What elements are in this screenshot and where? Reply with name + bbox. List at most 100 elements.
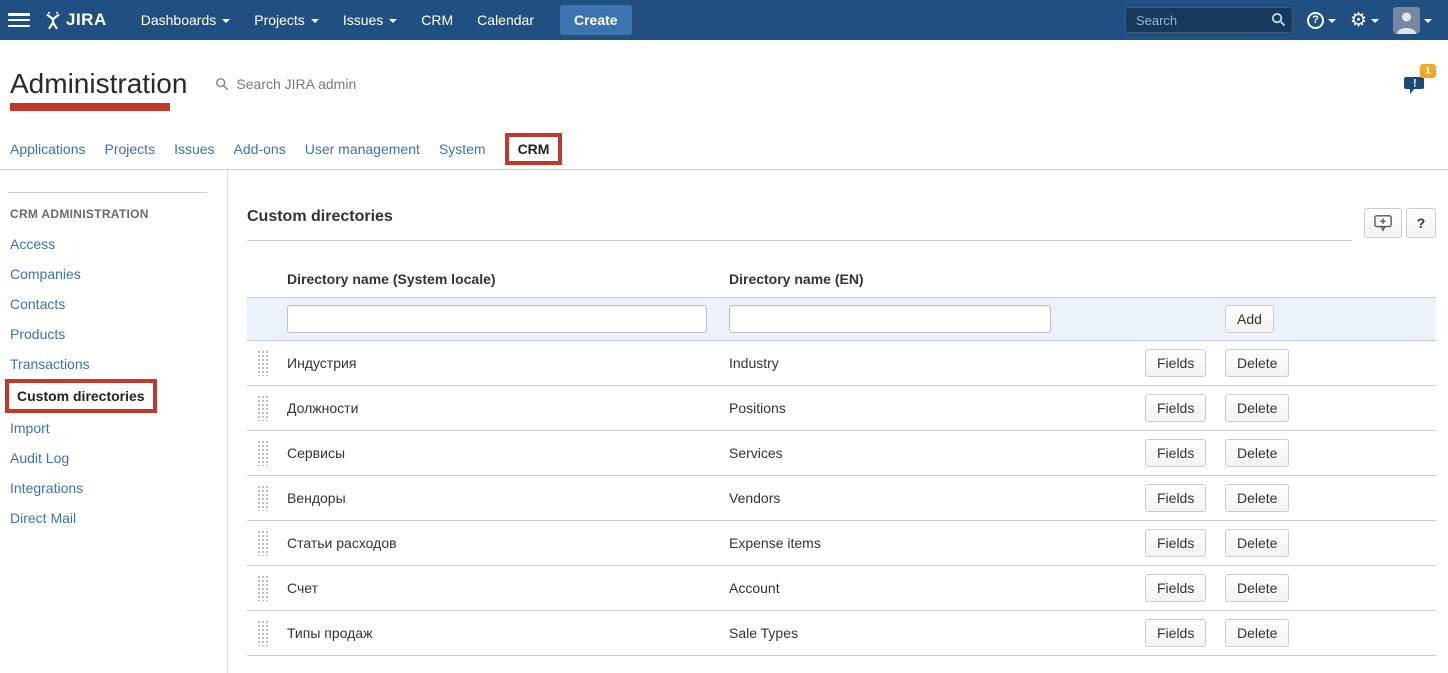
sidebar-item[interactable]: Audit Log <box>0 443 227 473</box>
chevron-down-icon <box>1371 19 1379 23</box>
new-directory-en-input[interactable] <box>729 305 1051 333</box>
delete-button[interactable]: Delete <box>1225 574 1289 602</box>
delete-button[interactable]: Delete <box>1225 484 1289 512</box>
navbar-menu-item[interactable]: Projects <box>242 0 331 40</box>
delete-button[interactable]: Delete <box>1225 349 1289 377</box>
navbar-menu-item[interactable]: Issues <box>331 0 409 40</box>
search-icon <box>1271 12 1286 32</box>
navbar-menu-item-label: Dashboards <box>141 12 217 28</box>
drag-handle-icon[interactable] <box>257 530 269 556</box>
admin-settings-menu[interactable]: ⚙ <box>1350 11 1379 30</box>
sidebar-item[interactable]: Direct Mail <box>0 503 227 533</box>
fields-button[interactable]: Fields <box>1145 619 1206 647</box>
sidebar-section-title: CRM ADMINISTRATION <box>0 199 227 229</box>
directory-name-system: Статьи расходов <box>287 535 729 551</box>
sidebar-item[interactable]: Integrations <box>0 473 227 503</box>
chevron-down-icon <box>1328 19 1336 23</box>
admin-tab[interactable]: Add-ons <box>234 136 286 162</box>
directory-name-en: Services <box>729 445 1145 461</box>
table-row: Сервисы Services Fields Delete <box>247 431 1436 476</box>
table-row: Индустрия Industry Fields Delete <box>247 341 1436 386</box>
chevron-down-icon <box>1424 19 1432 23</box>
page-title: Administration <box>10 68 187 100</box>
navbar-menu-item[interactable]: Calendar <box>465 0 546 40</box>
admin-header: Administration ! 1 <box>0 40 1448 128</box>
feedback-button[interactable] <box>1364 208 1402 238</box>
sidebar-item[interactable]: Import <box>0 413 227 443</box>
speech-bubble-plus-icon <box>1373 214 1393 232</box>
annotation-red-underline <box>10 103 170 111</box>
fields-button[interactable]: Fields <box>1145 484 1206 512</box>
column-header-system-locale: Directory name (System locale) <box>287 271 729 287</box>
column-header-en: Directory name (EN) <box>729 271 1145 287</box>
table-header-row: Directory name (System locale) Directory… <box>247 261 1436 297</box>
user-menu[interactable] <box>1393 7 1432 34</box>
top-navbar: JIRA Dashboards Projects Issues CRM Cale… <box>0 0 1448 40</box>
navbar-menu: Dashboards Projects Issues CRM Calendar <box>129 0 546 40</box>
table-row: Вендоры Vendors Fields Delete <box>247 476 1436 521</box>
delete-button[interactable]: Delete <box>1225 529 1289 557</box>
directory-name-system: Сервисы <box>287 445 729 461</box>
navbar-menu-item[interactable]: Dashboards <box>129 0 243 40</box>
directory-name-en: Positions <box>729 400 1145 416</box>
admin-tab[interactable]: User management <box>305 136 420 162</box>
table-row: Статьи расходов Expense items Fields Del… <box>247 521 1436 566</box>
notification-count-badge: 1 <box>1420 64 1436 78</box>
admin-tabbar: Applications Projects Issues Add-ons Use… <box>0 128 1448 170</box>
content-title: Custom directories <box>247 208 393 225</box>
sidebar-item[interactable]: Contacts <box>0 289 227 319</box>
navbar-search <box>1125 7 1293 33</box>
new-directory-system-input[interactable] <box>287 305 707 333</box>
sidebar-item[interactable]: Products <box>0 319 227 349</box>
fields-button[interactable]: Fields <box>1145 529 1206 557</box>
jira-logo[interactable]: JIRA <box>44 10 107 30</box>
delete-button[interactable]: Delete <box>1225 619 1289 647</box>
admin-tab[interactable]: Projects <box>105 136 156 162</box>
help-menu[interactable]: ? <box>1307 12 1336 29</box>
directory-name-en: Industry <box>729 355 1145 371</box>
admin-tab[interactable]: Applications <box>10 136 86 162</box>
admin-tab[interactable]: CRM <box>505 133 563 165</box>
help-icon: ? <box>1307 12 1324 29</box>
directory-name-system: Вендоры <box>287 490 729 506</box>
fields-button[interactable]: Fields <box>1145 439 1206 467</box>
drag-handle-icon[interactable] <box>257 620 269 646</box>
delete-button[interactable]: Delete <box>1225 439 1289 467</box>
sidebar-item[interactable]: Companies <box>0 259 227 289</box>
user-avatar <box>1393 7 1420 34</box>
navbar-search-input[interactable] <box>1125 7 1293 33</box>
drag-handle-icon[interactable] <box>257 485 269 511</box>
admin-tab[interactable]: Issues <box>174 136 214 162</box>
add-button[interactable]: Add <box>1225 305 1274 333</box>
drag-handle-icon[interactable] <box>257 440 269 466</box>
drag-handle-icon[interactable] <box>257 350 269 376</box>
chevron-down-icon <box>222 19 230 23</box>
table-body: Индустрия Industry Fields Delete Должнос… <box>247 341 1436 656</box>
sidebar-divider <box>8 192 207 193</box>
directory-name-en: Sale Types <box>729 625 1145 641</box>
notification-bell[interactable]: ! 1 <box>1402 70 1432 98</box>
sidebar-item[interactable]: Access <box>0 229 227 259</box>
navbar-menu-item[interactable]: CRM <box>409 0 465 40</box>
drag-handle-icon[interactable] <box>257 395 269 421</box>
admin-tab[interactable]: System <box>439 136 486 162</box>
sidebar-item[interactable]: Custom directories <box>5 379 157 413</box>
drag-handle-icon[interactable] <box>257 575 269 601</box>
help-button[interactable]: ? <box>1406 208 1436 238</box>
navbar-menu-item-label: Projects <box>254 12 305 28</box>
directory-name-en: Vendors <box>729 490 1145 506</box>
search-icon <box>215 77 229 91</box>
add-directory-row: Add <box>247 297 1436 341</box>
fields-button[interactable]: Fields <box>1145 349 1206 377</box>
admin-search <box>215 76 436 92</box>
create-button[interactable]: Create <box>560 5 632 35</box>
sidebar-item[interactable]: Transactions <box>0 349 227 379</box>
hamburger-menu-icon[interactable] <box>8 13 30 27</box>
directory-name-system: Типы продаж <box>287 625 729 641</box>
custom-directories-table: Directory name (System locale) Directory… <box>247 261 1436 656</box>
admin-search-input[interactable] <box>236 76 436 92</box>
delete-button[interactable]: Delete <box>1225 394 1289 422</box>
sidebar-items: Access Companies Contacts Products Trans… <box>0 229 227 533</box>
fields-button[interactable]: Fields <box>1145 574 1206 602</box>
fields-button[interactable]: Fields <box>1145 394 1206 422</box>
